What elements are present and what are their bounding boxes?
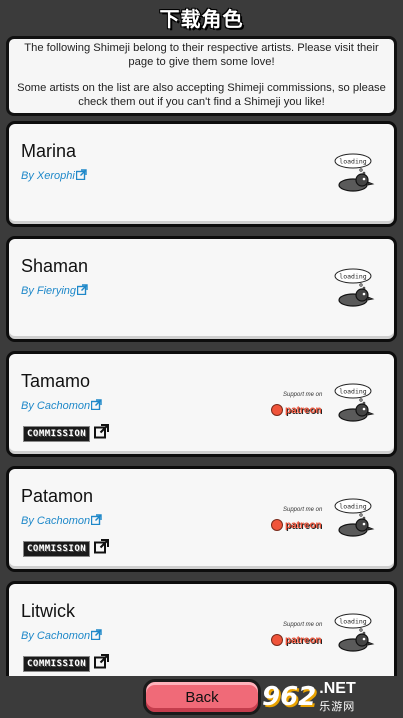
patreon-logo: patreon — [271, 517, 322, 533]
commission-link[interactable]: COMMISSION — [23, 539, 110, 559]
shimeji-card-shaman[interactable]: Shaman By Fierying loading — [6, 236, 397, 342]
patreon-support-text: Support me on — [283, 507, 323, 513]
artist-link[interactable]: By Xerophi — [21, 169, 87, 183]
commission-badge: COMMISSION — [23, 426, 91, 442]
loading-text: loading — [339, 273, 366, 281]
commission-link[interactable]: COMMISSION — [23, 654, 110, 674]
shimeji-card-tamamo[interactable]: Tamamo By Cachomon COMMISSION Support me… — [6, 351, 397, 457]
external-link-icon — [90, 399, 102, 413]
shimeji-name: Tamamo — [21, 371, 91, 391]
loading-text: loading — [339, 618, 366, 626]
artist-link[interactable]: By Cachomon — [21, 629, 102, 643]
page-title: 下载角色 — [159, 6, 244, 31]
watermark-net: .NET — [319, 680, 356, 697]
notice-line-1: The following Shimeji belong to their re… — [24, 42, 379, 68]
artist-name: By Cachomon — [21, 630, 91, 642]
patreon-icon — [271, 519, 283, 531]
patreon-button[interactable]: Support me on patreon — [271, 622, 325, 650]
commission-badge: COMMISSION — [23, 541, 91, 557]
artist-name: By Cachomon — [21, 515, 91, 527]
title-bar: 下载角色 — [0, 0, 403, 34]
artist-link[interactable]: By Fierying — [21, 284, 88, 298]
patreon-icon — [271, 404, 283, 416]
back-button-label: Back — [185, 688, 219, 706]
artist-link[interactable]: By Cachomon — [21, 399, 102, 413]
external-link-icon — [94, 654, 110, 674]
artist-name: By Cachomon — [21, 400, 91, 412]
external-link-icon — [94, 539, 110, 559]
external-link-icon — [75, 169, 87, 183]
loading-text: loading — [339, 158, 366, 166]
shimeji-card-patamon[interactable]: Patamon By Cachomon COMMISSION Support m… — [6, 466, 397, 572]
back-button[interactable]: Back — [143, 679, 261, 715]
shimeji-list[interactable]: Marina By Xerophi loading Shaman By Fier… — [0, 121, 403, 676]
shimeji-preview: loading — [331, 264, 379, 312]
artist-notice: The following Shimeji belong to their re… — [6, 36, 397, 116]
watermark-logo: 962 .NET 乐游网 — [262, 676, 402, 718]
shimeji-preview: loading — [331, 609, 379, 657]
commission-badge: COMMISSION — [23, 656, 91, 672]
commission-link[interactable]: COMMISSION — [23, 424, 110, 444]
notice-line-2: Some artists on the list are also accept… — [17, 82, 386, 108]
shimeji-card-litwick[interactable]: Litwick By Cachomon COMMISSION Support m… — [6, 581, 397, 676]
shimeji-preview: loading — [331, 149, 379, 197]
artist-name: By Fierying — [21, 285, 77, 297]
shimeji-name: Marina — [21, 141, 77, 161]
external-link-icon — [94, 424, 110, 444]
external-link-icon — [76, 284, 88, 298]
patreon-logo: patreon — [271, 632, 322, 648]
patreon-icon — [271, 634, 283, 646]
patreon-button[interactable]: Support me on patreon — [271, 392, 325, 420]
external-link-icon — [90, 629, 102, 643]
artist-link[interactable]: By Cachomon — [21, 514, 102, 528]
shimeji-card-marina[interactable]: Marina By Xerophi loading — [6, 121, 397, 227]
patreon-button[interactable]: Support me on patreon — [271, 507, 325, 535]
shimeji-preview: loading — [331, 379, 379, 427]
shimeji-name: Shaman — [21, 256, 89, 276]
patreon-support-text: Support me on — [283, 392, 323, 398]
external-link-icon — [90, 514, 102, 528]
artist-name: By Xerophi — [21, 170, 75, 182]
watermark-number: 962 — [262, 682, 317, 712]
shimeji-name: Litwick — [21, 601, 76, 621]
patreon-logo: patreon — [271, 402, 322, 418]
patreon-support-text: Support me on — [283, 622, 323, 628]
shimeji-name: Patamon — [21, 486, 94, 506]
shimeji-preview: loading — [331, 494, 379, 542]
loading-text: loading — [339, 388, 366, 396]
loading-text: loading — [339, 503, 366, 511]
watermark-cn: 乐游网 — [319, 701, 356, 713]
